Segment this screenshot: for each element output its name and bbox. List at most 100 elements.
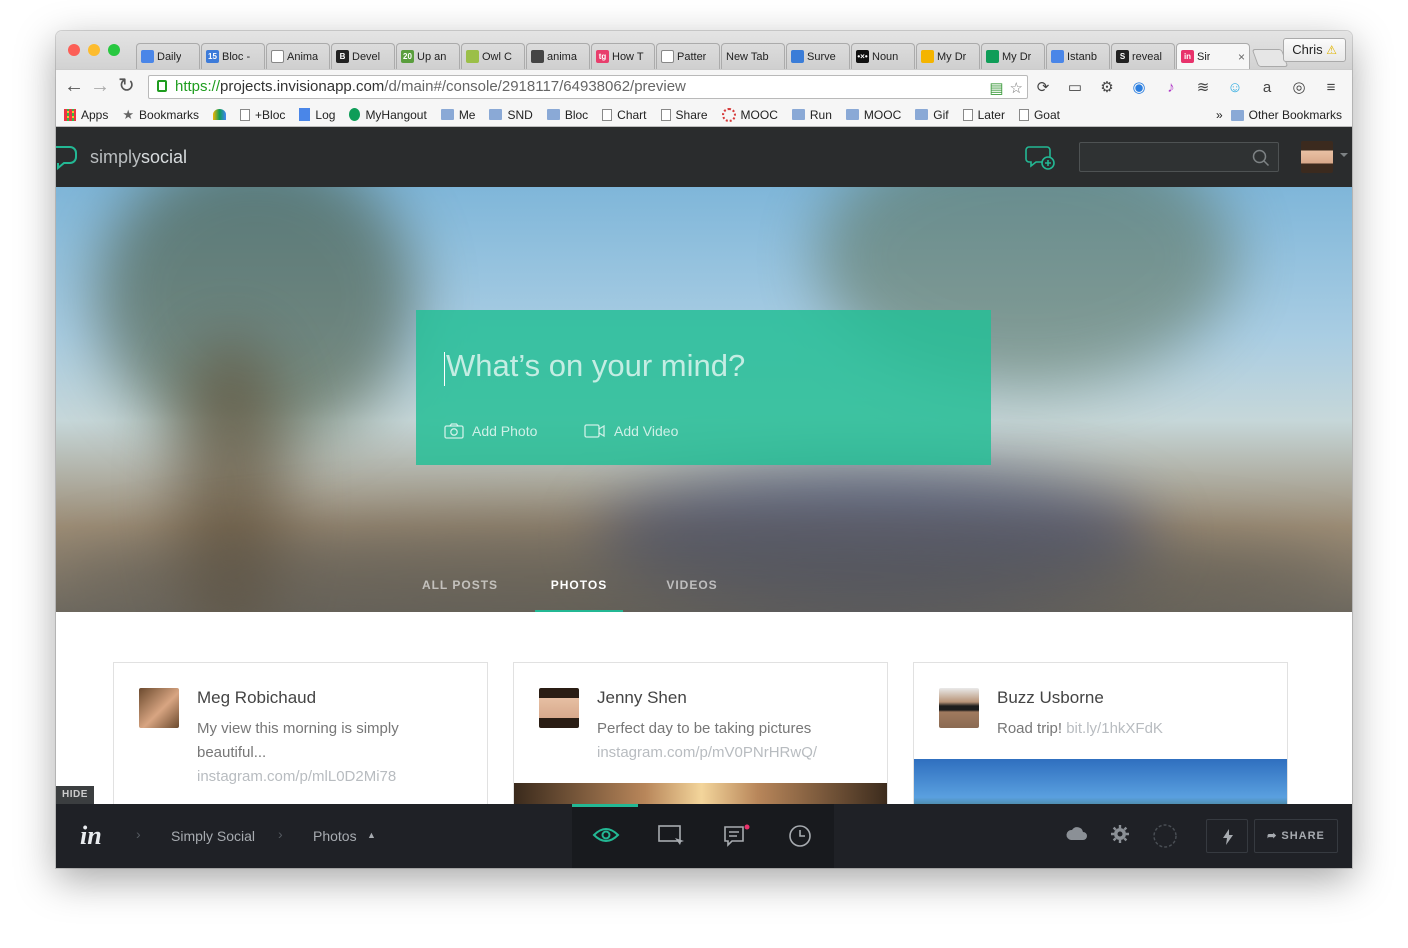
- composer-placeholder[interactable]: What’s on your mind?: [446, 348, 745, 384]
- address-bar[interactable]: https://projects.invisionapp.com/d/main#…: [148, 75, 1028, 99]
- bookmark-item[interactable]: Run: [791, 108, 832, 122]
- post-card[interactable]: Meg Robichaud My view this morning is si…: [113, 662, 488, 822]
- bookmark-star-icon[interactable]: ☆: [1010, 78, 1023, 100]
- gear-extension-icon[interactable]: ⚙: [1098, 78, 1116, 96]
- forward-arrow-icon[interactable]: →: [90, 75, 110, 97]
- post-link[interactable]: instagram.com/p/mlL0D2Mi78: [197, 768, 396, 785]
- bookmark-item[interactable]: MOOC: [721, 107, 778, 122]
- bookmark-item[interactable]: SND: [489, 107, 533, 122]
- post-avatar[interactable]: [139, 688, 179, 728]
- browser-tab[interactable]: Anima: [266, 43, 330, 69]
- browser-tab[interactable]: tg How T: [591, 43, 655, 69]
- browser-tab[interactable]: Daily: [136, 43, 200, 69]
- globe-extension-icon[interactable]: ◉: [1130, 78, 1148, 96]
- breadcrumb-screen[interactable]: Photos: [313, 828, 357, 844]
- screenshot-extension-icon[interactable]: ▭: [1066, 78, 1084, 96]
- maximize-window-button[interactable]: [108, 44, 120, 56]
- browser-tab[interactable]: in Sir ×: [1176, 43, 1250, 69]
- caret-up-icon[interactable]: ▲: [367, 830, 376, 840]
- post-composer[interactable]: What’s on your mind? Add Photo Add Video: [416, 310, 991, 465]
- bookmark-item[interactable]: Share: [660, 108, 708, 122]
- post-avatar[interactable]: [539, 688, 579, 728]
- post-card[interactable]: Jenny Shen Perfect day to be taking pict…: [513, 662, 888, 822]
- amazon-extension-icon[interactable]: a: [1258, 78, 1276, 96]
- other-bookmarks-folder[interactable]: Other Bookmarks: [1230, 108, 1342, 122]
- browser-tab[interactable]: Patter: [656, 43, 720, 69]
- post-avatar[interactable]: [939, 688, 979, 728]
- tab-favicon-icon: [531, 50, 544, 63]
- tab-videos[interactable]: VIDEOS: [648, 573, 736, 612]
- browser-tab[interactable]: B Devel: [331, 43, 395, 69]
- menu-icon[interactable]: ≡: [1322, 78, 1340, 96]
- browser-tab[interactable]: Sreveal: [1111, 43, 1175, 69]
- reload-icon[interactable]: ↻: [118, 75, 135, 97]
- post-text: My view this morning is simply beautiful…: [197, 720, 399, 761]
- post-author[interactable]: Buzz Usborne: [997, 688, 1104, 708]
- bookmark-item[interactable]: Chart: [602, 108, 647, 122]
- close-tab-icon[interactable]: ×: [1238, 50, 1245, 64]
- more-bookmarks-button[interactable]: »: [1216, 108, 1223, 122]
- bookmark-item[interactable]: Apps: [64, 108, 108, 122]
- post-card[interactable]: Buzz Usborne Road trip! bit.ly/1hkXFdK: [913, 662, 1288, 822]
- search-input[interactable]: [1079, 142, 1279, 172]
- bookmark-item[interactable]: Me: [440, 108, 475, 122]
- browser-tab[interactable]: 15 Bloc -: [201, 43, 265, 69]
- browser-tab[interactable]: Istanb: [1046, 43, 1110, 69]
- tab-all-posts[interactable]: ALL POSTS: [416, 573, 504, 612]
- bookmark-item[interactable]: MOOC: [845, 108, 901, 122]
- bookmark-item[interactable]: Later: [962, 108, 1005, 122]
- back-arrow-icon[interactable]: ←: [64, 75, 84, 97]
- preview-eye-icon[interactable]: [592, 824, 620, 846]
- bookmark-label: SND: [507, 107, 533, 122]
- user-presence-icon[interactable]: [1152, 823, 1178, 849]
- bookmark-item[interactable]: Gif: [915, 108, 949, 122]
- browser-tab[interactable]: •×• Noun: [851, 43, 915, 69]
- star-icon: ★: [122, 106, 135, 122]
- close-window-button[interactable]: [68, 44, 80, 56]
- profile-button[interactable]: Chris ⚠: [1283, 38, 1346, 62]
- music-extension-icon[interactable]: ♪: [1162, 78, 1180, 96]
- ghostery-extension-icon[interactable]: ☺: [1226, 78, 1244, 96]
- new-message-button[interactable]: [1024, 145, 1058, 176]
- cloud-sync-icon[interactable]: [1066, 824, 1088, 844]
- history-clock-icon[interactable]: [788, 824, 812, 848]
- bookmark-item[interactable]: ★ Bookmarks: [122, 107, 199, 123]
- chevron-down-icon[interactable]: [1340, 153, 1348, 157]
- bookmark-item[interactable]: [213, 109, 227, 120]
- minimize-window-button[interactable]: [88, 44, 100, 56]
- invision-logo-icon[interactable]: in: [80, 822, 110, 850]
- user-avatar[interactable]: [1301, 141, 1333, 173]
- browser-tab[interactable]: Surve: [786, 43, 850, 69]
- post-author[interactable]: Meg Robichaud: [197, 688, 316, 708]
- logo[interactable]: simplysocial: [56, 143, 187, 171]
- tab-photos[interactable]: PHOTOS: [535, 573, 623, 612]
- breadcrumb-project[interactable]: Simply Social: [171, 828, 255, 844]
- post-link[interactable]: instagram.com/p/mV0PNrHRwQ/: [597, 744, 817, 761]
- build-mode-icon[interactable]: [658, 824, 684, 848]
- browser-tab[interactable]: Owl C: [461, 43, 525, 69]
- sync-extension-icon[interactable]: ⟳: [1034, 78, 1052, 96]
- post-link[interactable]: bit.ly/1hkXFdK: [1066, 720, 1163, 737]
- settings-gear-icon[interactable]: [1110, 824, 1130, 844]
- bookmark-item[interactable]: Goat: [1018, 108, 1060, 122]
- add-photo-button[interactable]: Add Photo: [444, 423, 537, 439]
- buffer-extension-icon[interactable]: ≋: [1194, 78, 1212, 96]
- reader-icon[interactable]: ▤: [989, 78, 1003, 100]
- hotspot-hints-button[interactable]: [1206, 819, 1248, 853]
- bookmark-item[interactable]: +Bloc: [240, 108, 285, 122]
- browser-tab[interactable]: My Dr: [916, 43, 980, 69]
- share-button[interactable]: ➦ SHARE: [1254, 819, 1338, 853]
- browser-tab[interactable]: My Dr: [981, 43, 1045, 69]
- browser-tab[interactable]: New Tab: [721, 43, 785, 69]
- post-author[interactable]: Jenny Shen: [597, 688, 687, 708]
- add-photo-label: Add Photo: [472, 423, 538, 439]
- bookmark-item[interactable]: MyHangout: [349, 108, 427, 122]
- bookmark-item[interactable]: Bloc: [546, 108, 588, 122]
- comment-icon[interactable]: [724, 824, 750, 848]
- add-video-button[interactable]: Add Video: [584, 423, 678, 439]
- compass-extension-icon[interactable]: ◎: [1290, 78, 1308, 96]
- browser-tab[interactable]: anima: [526, 43, 590, 69]
- browser-tab[interactable]: 20 Up an: [396, 43, 460, 69]
- bookmark-item[interactable]: Log: [299, 108, 335, 122]
- hide-toolbar-button[interactable]: HIDE: [56, 786, 94, 804]
